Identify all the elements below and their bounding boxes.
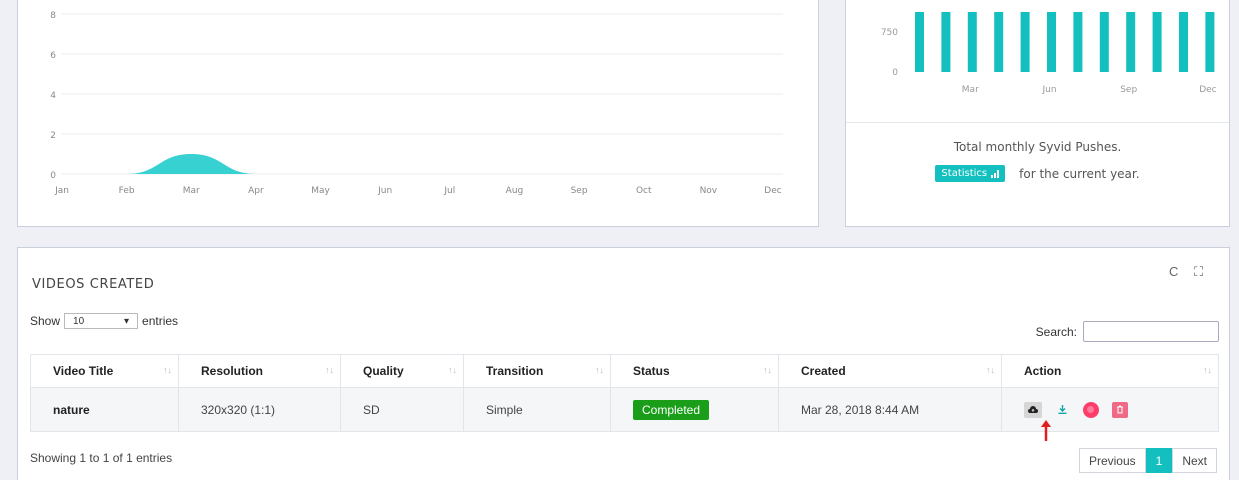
bar bbox=[1020, 12, 1030, 72]
column-header[interactable]: Status ↑↓ bbox=[610, 354, 779, 388]
bar bbox=[1099, 12, 1109, 72]
fullscreen-icon[interactable]: ⛶ bbox=[1194, 264, 1203, 280]
column-header[interactable]: Action ↑↓ bbox=[1001, 354, 1219, 388]
x-tick-label: Jan bbox=[54, 186, 69, 196]
entries-label: entries bbox=[142, 314, 179, 328]
statistics-badge-label: Statistics bbox=[941, 168, 988, 179]
bar bbox=[967, 12, 977, 72]
cell-resolution: 320x320 (1:1) bbox=[178, 387, 341, 432]
y-tick-label: 4 bbox=[50, 91, 56, 101]
y-tick-label: 0 bbox=[892, 68, 898, 78]
divider bbox=[846, 122, 1229, 123]
trash-icon[interactable] bbox=[1112, 401, 1129, 418]
x-tick-label: Mar bbox=[962, 85, 979, 95]
videos-created-card: VIDEOS CREATED C ⛶ Show 10 ▾ entries Sea… bbox=[17, 247, 1230, 480]
entries-value: 10 bbox=[73, 315, 85, 327]
x-tick-label: May bbox=[311, 186, 330, 196]
y-tick-label: 8 bbox=[50, 11, 56, 21]
card-title: VIDEOS CREATED bbox=[32, 277, 155, 292]
monthly-videos-chart-card: 0 2 4 6 8 Jan Feb Mar Apr May Jun Jul Aug Sep Oct Nov De… bbox=[17, 0, 819, 227]
x-tick-label: Mar bbox=[183, 186, 200, 196]
page-1-button[interactable]: 1 bbox=[1145, 448, 1173, 473]
column-header[interactable]: Resolution ↑↓ bbox=[178, 354, 341, 388]
bar bbox=[1126, 12, 1136, 72]
table-info: Showing 1 to 1 of 1 entries bbox=[30, 451, 173, 465]
x-tick-label: Sep bbox=[571, 186, 588, 196]
sort-icon: ↑↓ bbox=[448, 365, 457, 375]
bar bbox=[994, 12, 1004, 72]
search-box: Search: bbox=[1036, 321, 1219, 342]
x-tick-label: Dec bbox=[1199, 85, 1216, 95]
column-header[interactable]: Created ↑↓ bbox=[778, 354, 1002, 388]
download-icon[interactable] bbox=[1055, 403, 1069, 417]
x-tick-label: Sep bbox=[1120, 85, 1137, 95]
x-tick-label: Apr bbox=[248, 186, 264, 196]
cell-quality: SD bbox=[340, 387, 464, 432]
y-tick-label: 2 bbox=[50, 131, 56, 141]
stats-suffix: for the current year. bbox=[1019, 166, 1140, 181]
stats-row: Statistics for the current year. bbox=[846, 165, 1229, 182]
bar-chart-icon bbox=[991, 169, 1000, 178]
x-tick-label: Jun bbox=[377, 186, 392, 196]
x-tick-label: Aug bbox=[506, 186, 524, 196]
next-button[interactable]: Next bbox=[1172, 448, 1217, 473]
table-header-row: Video Title ↑↓ Resolution ↑↓ Quality ↑↓ Tra… bbox=[30, 354, 1219, 388]
cell-actions bbox=[1001, 387, 1219, 432]
caret-down-icon: ▾ bbox=[124, 315, 130, 327]
stats-caption: Total monthly Syvid Pushes. bbox=[953, 140, 1122, 154]
pagination: Previous 1 Next bbox=[1078, 448, 1217, 473]
red-arrow-annotation bbox=[1041, 420, 1051, 441]
entries-select[interactable]: 10 ▾ bbox=[64, 313, 139, 329]
x-tick-label: Jul bbox=[443, 186, 455, 196]
sort-icon: ↑↓ bbox=[595, 365, 604, 375]
bar bbox=[1073, 12, 1083, 72]
y-tick-label: 750 bbox=[881, 28, 898, 38]
previous-button[interactable]: Previous bbox=[1078, 448, 1146, 473]
sort-icon: ↑↓ bbox=[325, 365, 334, 375]
column-header[interactable]: Transition ↑↓ bbox=[463, 354, 611, 388]
cell-status: Completed bbox=[610, 387, 779, 432]
syvid-pushes-card: 0 750 Mar Jun Sep Dec Total monthly Syvid Pus… bbox=[845, 0, 1230, 227]
x-tick-label: Dec bbox=[764, 186, 781, 196]
bar bbox=[1179, 12, 1188, 72]
search-input[interactable] bbox=[1083, 321, 1219, 342]
y-tick-label: 0 bbox=[50, 171, 56, 181]
area-chart: 0 2 4 6 8 Jan Feb Mar Apr May Jun Jul Aug Sep Oct Nov De… bbox=[50, 11, 783, 196]
statistics-badge[interactable]: Statistics bbox=[935, 165, 1006, 182]
column-header[interactable]: Video Title ↑↓ bbox=[30, 354, 179, 388]
cell-created: Mar 28, 2018 8:44 AM bbox=[778, 387, 1002, 432]
search-label: Search: bbox=[1035, 324, 1077, 339]
cell-transition: Simple bbox=[463, 387, 611, 432]
refresh-icon[interactable]: C bbox=[1169, 264, 1178, 279]
column-header[interactable]: Quality ↑↓ bbox=[340, 354, 464, 388]
sort-icon: ↑↓ bbox=[1203, 365, 1212, 375]
sort-icon: ↑↓ bbox=[163, 365, 172, 375]
x-tick-label: Oct bbox=[636, 186, 652, 196]
cell-title: nature bbox=[30, 387, 179, 432]
x-tick-label: Nov bbox=[700, 186, 718, 196]
bar bbox=[1047, 12, 1056, 72]
bar-chart: 0 750 Mar Jun Sep Dec bbox=[881, 12, 1217, 95]
series-area bbox=[62, 154, 773, 174]
sort-icon: ↑↓ bbox=[986, 365, 995, 375]
show-label: Show bbox=[30, 314, 61, 328]
x-tick-label: Feb bbox=[119, 186, 135, 196]
record-icon[interactable] bbox=[1082, 401, 1099, 418]
cloud-upload-icon[interactable] bbox=[1024, 401, 1042, 418]
bar bbox=[1205, 12, 1215, 72]
x-tick-label: Jun bbox=[1041, 85, 1056, 95]
bar bbox=[915, 12, 924, 72]
bar bbox=[1152, 12, 1162, 72]
sort-icon: ↑↓ bbox=[763, 365, 772, 375]
status-badge: Completed bbox=[633, 399, 710, 420]
y-tick-label: 6 bbox=[50, 51, 56, 61]
bar bbox=[941, 12, 951, 72]
entries-length: Show 10 ▾ entries bbox=[30, 313, 178, 329]
